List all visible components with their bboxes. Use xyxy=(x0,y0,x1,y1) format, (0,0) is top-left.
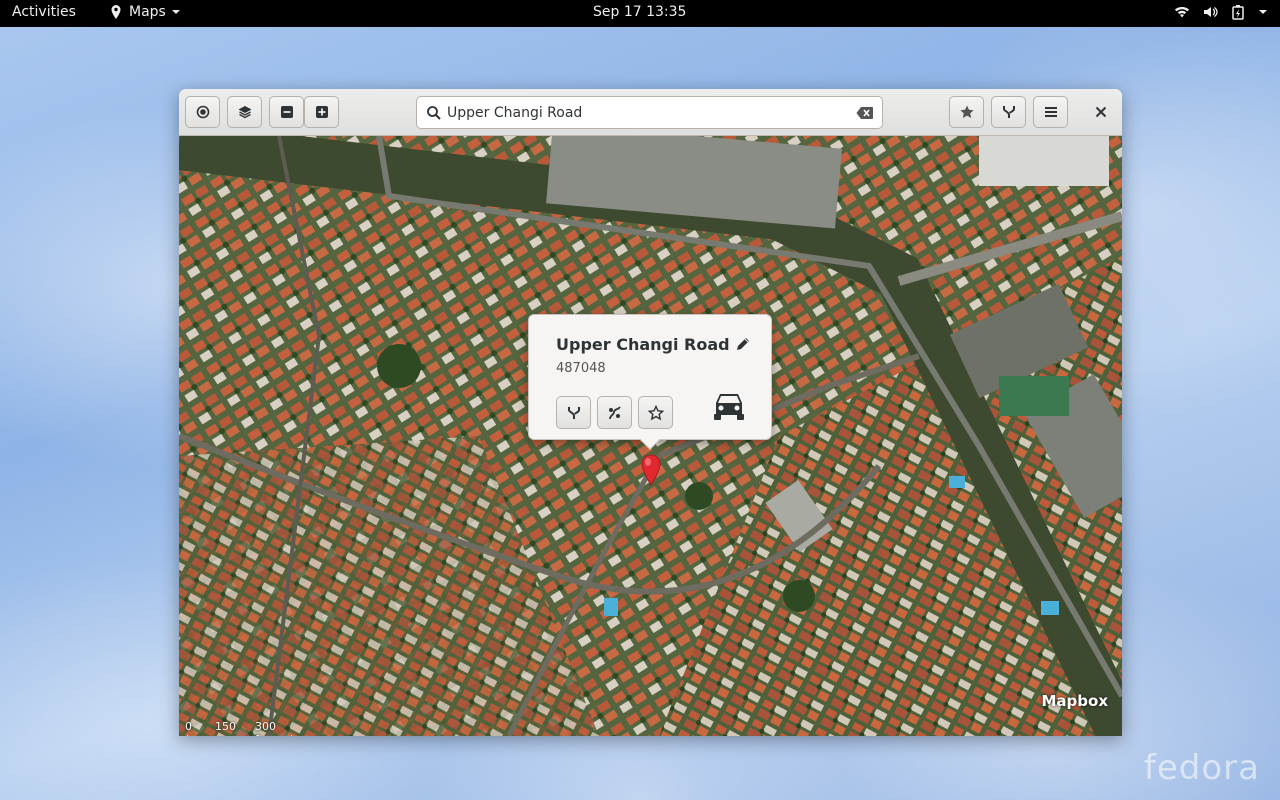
map-view[interactable]: 0 150 300 ft Mapbox Upper Changi Road 48… xyxy=(179,136,1122,736)
menu-button[interactable] xyxy=(1033,96,1068,128)
activities-button[interactable]: Activities xyxy=(12,4,76,20)
zoom-out-button[interactable] xyxy=(269,96,304,128)
clock[interactable]: Sep 17 13:35 xyxy=(593,4,686,20)
map-pin-icon xyxy=(111,5,121,19)
scale-label-0: 0 xyxy=(185,720,192,733)
scale-label-300: 300 ft xyxy=(255,720,276,736)
place-popover: Upper Changi Road 487048 xyxy=(528,314,772,450)
search-input[interactable] xyxy=(447,102,847,124)
favorite-button[interactable] xyxy=(638,396,673,429)
favorites-button[interactable] xyxy=(949,96,984,128)
zoom-in-icon xyxy=(315,106,328,118)
route-to-button[interactable] xyxy=(556,396,591,429)
volume-icon[interactable] xyxy=(1202,4,1218,20)
app-menu[interactable]: Maps xyxy=(108,4,181,20)
locate-icon xyxy=(196,105,209,119)
place-postal-code: 487048 xyxy=(556,361,606,376)
place-title: Upper Changi Road xyxy=(556,335,730,354)
maps-window: 0 150 300 ft Mapbox Upper Changi Road 48… xyxy=(179,89,1122,736)
car-icon xyxy=(714,394,744,420)
menu-icon xyxy=(1044,107,1057,117)
favorite-star-icon xyxy=(647,404,664,420)
add-waypoint-button[interactable] xyxy=(597,396,632,429)
edit-icon[interactable] xyxy=(735,336,751,352)
system-tray[interactable] xyxy=(1174,4,1268,20)
close-icon xyxy=(1095,106,1107,118)
zoom-in-button[interactable] xyxy=(304,96,339,128)
locate-button[interactable] xyxy=(185,96,220,128)
route-icon xyxy=(1002,106,1015,118)
clear-search-icon[interactable] xyxy=(856,105,874,121)
battery-icon[interactable] xyxy=(1230,4,1246,20)
fedora-logo: fedora xyxy=(1143,748,1260,788)
app-menu-label: Maps xyxy=(129,4,166,20)
close-button[interactable] xyxy=(1090,101,1112,123)
route-button[interactable] xyxy=(991,96,1026,128)
layers-button[interactable] xyxy=(227,96,262,128)
scale-label-150: 150 xyxy=(215,720,236,733)
chevron-down-icon[interactable] xyxy=(1258,7,1268,17)
star-icon xyxy=(959,105,974,118)
map-attribution[interactable]: Mapbox xyxy=(1041,692,1108,710)
chevron-down-icon xyxy=(171,10,180,14)
layers-icon xyxy=(238,106,251,119)
scale-bar xyxy=(187,735,292,736)
top-bar: Activities Maps Sep 17 13:35 xyxy=(0,0,1280,27)
search-field[interactable] xyxy=(416,96,883,129)
header-bar xyxy=(179,89,1122,136)
route-waypoint-icon xyxy=(608,405,621,419)
zoom-out-icon xyxy=(280,106,293,118)
route-icon xyxy=(567,406,580,419)
location-marker-icon[interactable] xyxy=(640,454,662,486)
wifi-icon[interactable] xyxy=(1174,4,1190,20)
search-icon xyxy=(427,106,441,120)
